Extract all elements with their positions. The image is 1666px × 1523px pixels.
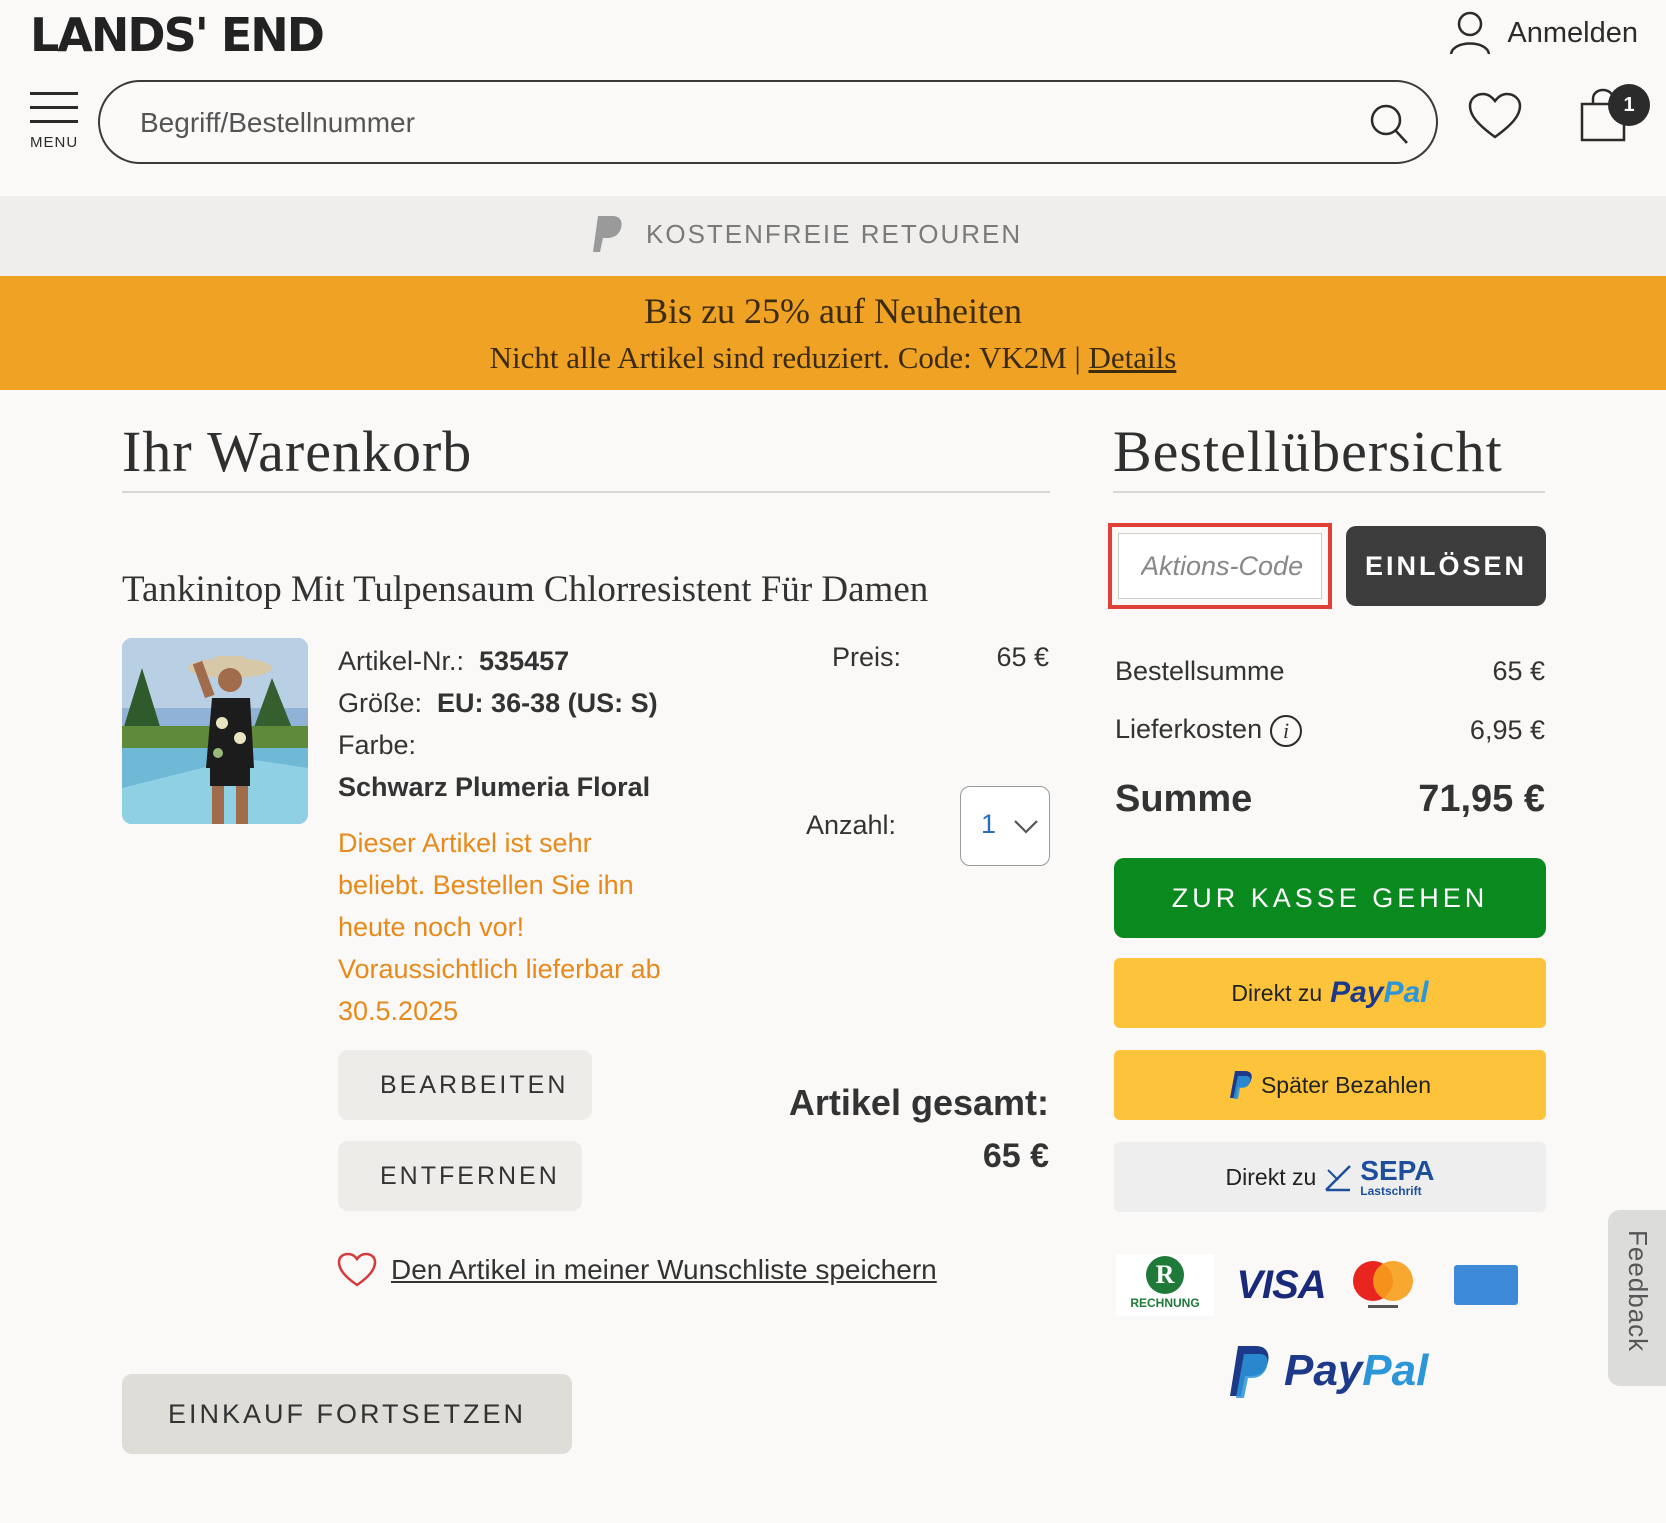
paypal-wordmark-pay: Pay (1330, 976, 1384, 1009)
search-icon[interactable] (1368, 102, 1410, 146)
service-banner-text: KOSTENFREIE RETOUREN (646, 218, 1023, 249)
article-number-row: Artikel-Nr.: 535457 (338, 640, 658, 682)
save-to-wishlist-link[interactable]: Den Artikel in meiner Wunschliste speich… (337, 1252, 937, 1288)
paypal-wordmark: PayPal (1330, 976, 1428, 1010)
hamburger-icon-bar (30, 106, 78, 109)
login-link[interactable]: Anmelden (1449, 10, 1638, 56)
hamburger-icon (30, 92, 78, 95)
total-row: Summe 71,95 € (1115, 778, 1545, 821)
paypal-express-button[interactable]: Direkt zu PayPal (1114, 958, 1546, 1028)
size-label: Größe: (338, 688, 423, 718)
save-to-wishlist-label: Den Artikel in meiner Wunschliste speich… (391, 1254, 937, 1285)
cart-title: Ihr Warenkorb (122, 418, 1050, 493)
promo-code-text: Nicht alle Artikel sind reduziert. Code:… (489, 340, 1081, 375)
user-icon (1450, 11, 1491, 55)
paypal-express-prefix: Direkt zu (1231, 979, 1323, 1006)
pay-later-label: Später Bezahlen (1260, 1071, 1432, 1098)
promo-code-input[interactable] (1118, 533, 1322, 599)
sepa-direct-button[interactable]: Direkt zu SEPA Lastschrift (1114, 1142, 1546, 1212)
subtotal-value: 65 € (1492, 656, 1545, 686)
paypal-logo: PayPal (1228, 1344, 1428, 1398)
menu-label: MENU (30, 134, 79, 151)
promo-headline: Bis zu 25% auf Neuheiten (644, 291, 1022, 331)
subtotal-row: Bestellsumme 65 € (1115, 656, 1545, 687)
subtotal-label: Bestellsumme (1115, 656, 1285, 686)
paypal-p-icon (1229, 1071, 1252, 1099)
shipping-row: Lieferkosten i 6,95 € (1115, 714, 1545, 747)
item-total-value: 65 € (982, 1137, 1049, 1175)
invoice-logo-badge: R (1146, 1256, 1184, 1294)
promo-details-link[interactable]: Details (1089, 340, 1177, 375)
sepa-logo-title: SEPA (1360, 1155, 1435, 1186)
size-row: Größe: EU: 36-38 (US: S) (338, 682, 658, 724)
remove-item-label: ENTFERNEN (380, 1161, 560, 1190)
shipping-label: Lieferkosten (1115, 714, 1263, 744)
feedback-label: Feedback (1623, 1230, 1653, 1353)
summary-title: Bestellübersicht (1113, 418, 1545, 493)
edit-item-button[interactable]: BEARBEITEN (338, 1050, 592, 1120)
paypal-logo-pay: Pay (1284, 1346, 1363, 1395)
size-value: EU: 36-38 (US: S) (437, 688, 658, 718)
item-total-label: Artikel gesamt: (788, 1082, 1049, 1123)
color-value: Schwarz Plumeria Floral (338, 772, 651, 802)
menu-button[interactable]: MENU (30, 92, 78, 151)
edit-item-label: BEARBEITEN (380, 1070, 569, 1099)
promo-subline: Nicht alle Artikel sind reduziert. Code:… (0, 340, 1666, 376)
sepa-logo-icon (1325, 1165, 1352, 1192)
search-input[interactable] (140, 102, 1320, 144)
product-attributes: Artikel-Nr.: 535457 Größe: EU: 36-38 (US… (338, 640, 658, 808)
total-value: 71,95 € (1418, 778, 1545, 820)
pay-later-button[interactable]: Später Bezahlen (1114, 1050, 1546, 1120)
paypal-p-icon (593, 216, 622, 252)
service-banner: KOSTENFREIE RETOUREN (0, 196, 1666, 276)
sepa-logo: SEPA Lastschrift (1360, 1155, 1435, 1198)
product-name[interactable]: Tankinitop Mit Tulpensaum Chlorresistent… (122, 568, 928, 611)
continue-shopping-button[interactable]: EINKAUF FORTSETZEN (122, 1374, 572, 1454)
shipping-value: 6,95 € (1469, 714, 1545, 745)
visa-logo: VISA (1236, 1262, 1326, 1307)
quantity-value: 1 (981, 809, 997, 839)
sepa-logo-sub: Lastschrift (1360, 1184, 1422, 1198)
product-image[interactable] (122, 638, 308, 824)
invoice-logo-label: RECHNUNG (1130, 1296, 1200, 1310)
chevron-down-icon (1014, 820, 1038, 834)
promo-banner: Bis zu 25% auf Neuheiten Nicht alle Arti… (0, 276, 1666, 390)
total-label: Summe (1115, 778, 1253, 820)
search-box (98, 80, 1438, 164)
paypal-logo-pal: Pal (1362, 1346, 1429, 1395)
article-number-label: Artikel-Nr.: (338, 646, 465, 676)
sepa-prefix: Direkt zu (1225, 1163, 1317, 1190)
payment-logos: R RECHNUNG VISA (1116, 1254, 1518, 1316)
brand-logo[interactable]: LANDS' END (30, 8, 325, 62)
invoice-logo: R RECHNUNG (1116, 1254, 1214, 1316)
remove-item-button[interactable]: ENTFERNEN (338, 1141, 582, 1211)
paypal-wordmark-pal: Pal (1383, 976, 1429, 1009)
color-label: Farbe: (338, 730, 417, 760)
price-value: 65 € (996, 642, 1049, 672)
quantity-select[interactable]: 1 (960, 786, 1050, 866)
heart-icon (337, 1252, 377, 1287)
paypal-p-icon (1230, 1346, 1269, 1398)
feedback-tab[interactable]: Feedback (1608, 1210, 1666, 1386)
paypal-logo-wordmark: PayPal (1284, 1346, 1428, 1396)
mastercard-logo-icon (1353, 1261, 1413, 1308)
redeem-button[interactable]: EINLÖSEN (1346, 526, 1546, 606)
availability-note: Dieser Artikel ist sehr beliebt. Bestell… (338, 828, 661, 1026)
article-number-value: 535457 (479, 646, 570, 676)
amex-logo (1454, 1265, 1518, 1305)
cart-count-badge: 1 (1608, 84, 1650, 126)
checkout-button[interactable]: ZUR KASSE GEHEN (1114, 858, 1546, 938)
info-icon[interactable]: i (1270, 714, 1303, 747)
promo-code-highlight (1108, 523, 1332, 609)
wishlist-heart-icon[interactable] (1467, 92, 1523, 140)
price-label: Preis: (832, 642, 902, 672)
quantity-label: Anzahl: (806, 810, 897, 840)
login-label: Anmelden (1507, 16, 1638, 49)
hamburger-icon-bar (30, 120, 78, 123)
